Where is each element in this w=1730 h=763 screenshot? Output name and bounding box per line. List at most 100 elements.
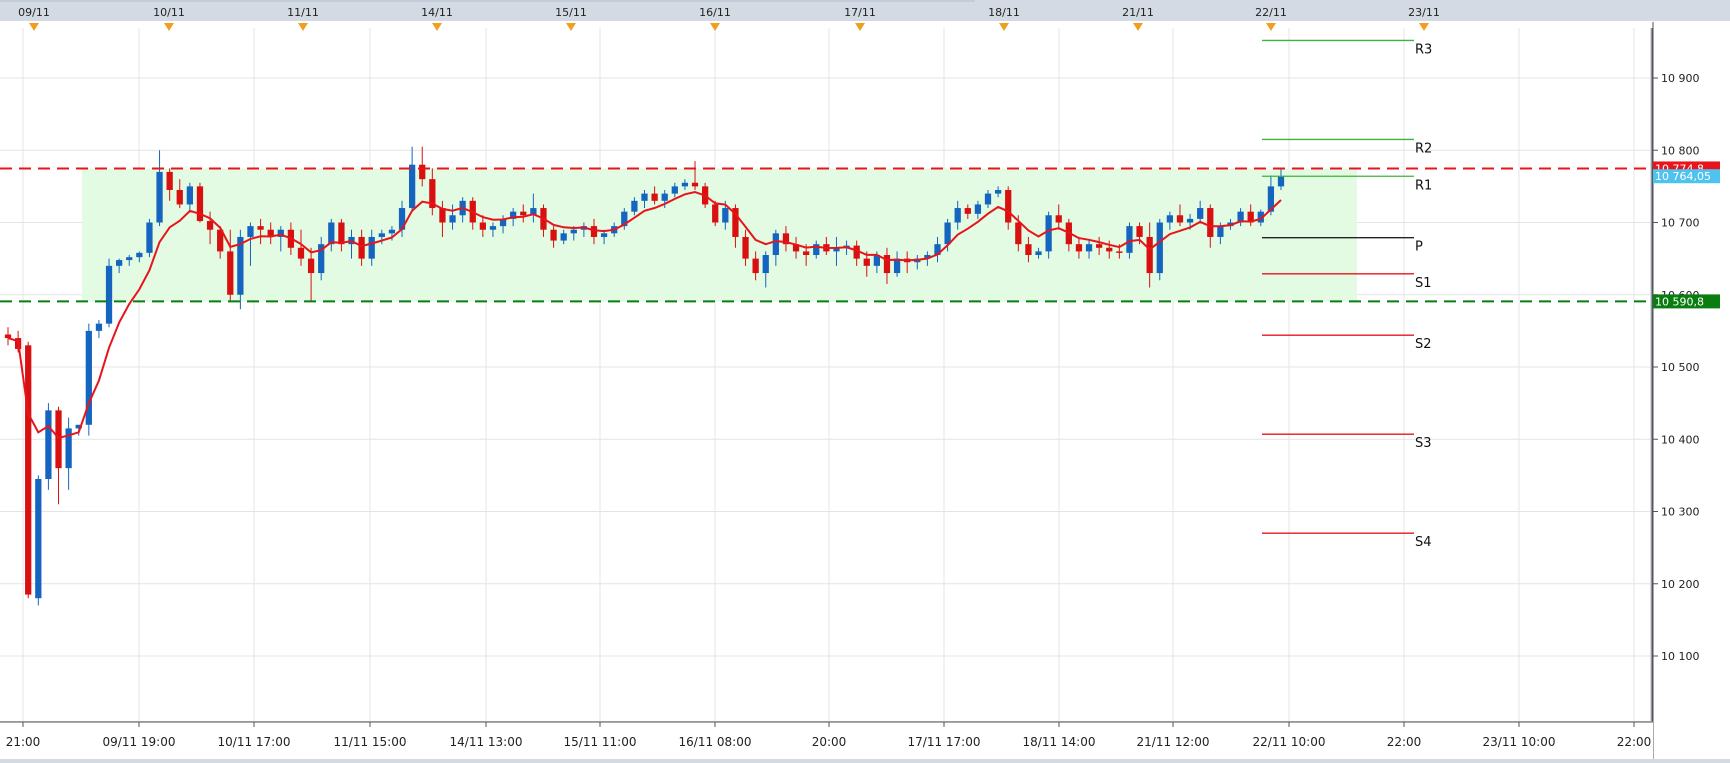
support-price-tag: 10 590,8 (1655, 295, 1704, 308)
candle-body (722, 208, 729, 223)
date-label: 11/11 (287, 6, 319, 19)
candle-body (136, 252, 143, 258)
candle-body (25, 345, 32, 595)
candle-body (297, 247, 305, 259)
candle-body (712, 204, 719, 223)
candle-body (651, 193, 658, 201)
candle-body (449, 215, 456, 223)
candle-body (328, 222, 335, 245)
candle-body (964, 208, 971, 214)
candle-body (45, 410, 52, 479)
candle-body (55, 410, 62, 469)
x-tick-label: 21:00 (6, 735, 41, 749)
pivot-label: R1 (1415, 178, 1432, 193)
candle-body (388, 229, 396, 234)
candle-body (338, 222, 345, 245)
candle-body (1045, 215, 1052, 252)
candle-body (1015, 222, 1022, 245)
candle-body (1166, 215, 1173, 223)
date-label: 18/11 (988, 6, 1020, 19)
date-label: 16/11 (699, 6, 731, 19)
candle-body (1116, 251, 1123, 253)
candle-body (1085, 244, 1093, 252)
candle-body (206, 221, 214, 230)
candle-body (408, 164, 416, 209)
candle-body (803, 251, 810, 256)
x-tick-label: 11/11 15:00 (334, 735, 407, 749)
candle-body (570, 229, 577, 234)
candle-body (883, 255, 891, 274)
candle-body (1106, 247, 1113, 252)
y-tick-label: 10 700 (1661, 217, 1700, 230)
scroll-strip[interactable] (0, 0, 975, 2)
candle-body (641, 193, 648, 201)
pivot-label: S3 (1415, 436, 1432, 451)
date-label: 09/11 (18, 6, 50, 19)
top-axis-strip (0, 21, 1730, 28)
y-tick-label: 10 100 (1661, 650, 1700, 663)
candle-body (671, 186, 678, 194)
candle-body (1277, 176, 1285, 187)
candle-body (1217, 226, 1224, 237)
candle-body (1035, 251, 1042, 256)
candle-body (691, 182, 699, 187)
x-tick-label: 23/11 10:00 (1483, 735, 1556, 749)
candle-body (4, 334, 12, 339)
candle-body (247, 226, 254, 237)
candle-body (156, 171, 163, 223)
pivot-label: P (1415, 240, 1423, 255)
y-tick-label: 10 900 (1661, 72, 1700, 85)
x-tick-label: 21/11 12:00 (1137, 735, 1210, 749)
y-tick-label: 10 800 (1661, 144, 1700, 157)
x-tick-label: 14/11 13:00 (450, 735, 523, 749)
candle-body (95, 323, 103, 331)
candle-body (661, 193, 668, 201)
y-tick-label: 10 500 (1661, 361, 1700, 374)
candle-body (1126, 226, 1133, 253)
candle-body (1146, 236, 1153, 274)
x-tick-label: 17/11 17:00 (908, 735, 981, 749)
candle-body (560, 233, 567, 241)
candle-body (116, 260, 123, 266)
candle-body (863, 258, 870, 266)
candle-body (550, 229, 557, 241)
candle-body (227, 251, 234, 295)
date-label: 14/11 (421, 6, 453, 19)
candle-body (307, 258, 315, 274)
candle-body (954, 208, 961, 223)
candle-body (479, 222, 486, 230)
candle-body (1207, 208, 1214, 237)
candle-body (1055, 215, 1062, 223)
candlestick-chart[interactable]: R3 R2 R1 P S1 S2 S3 S4 10 100 10 200 10 300 10 400… (0, 0, 1730, 759)
candle-body (1025, 244, 1032, 256)
candle-body (1096, 244, 1103, 248)
candle-body (1136, 226, 1143, 237)
y-axis-panel (1653, 22, 1730, 759)
candle-body (994, 189, 1002, 194)
candle-body (1176, 215, 1184, 223)
x-tick-label: 09/11 19:00 (103, 735, 176, 749)
candle-body (600, 233, 608, 237)
candle-body (146, 222, 153, 253)
date-label: 17/11 (844, 6, 876, 19)
candle-body (1197, 208, 1204, 219)
x-tick-label: 16/11 08:00 (679, 735, 752, 749)
candle-body (358, 236, 365, 259)
candle-body (520, 211, 527, 216)
candle-body (166, 171, 173, 190)
candle-body (762, 255, 769, 274)
candle-body (126, 257, 133, 261)
y-tick-label: 10 400 (1661, 433, 1700, 446)
plot-area (0, 28, 1650, 721)
x-tick-label: 20:00 (812, 735, 847, 749)
y-tick-label: 10 300 (1661, 506, 1700, 519)
candle-body (681, 182, 689, 187)
date-label: 22/11 (1255, 6, 1287, 19)
candle-body (1075, 244, 1083, 252)
candle-body (1186, 218, 1194, 223)
candle-body (631, 200, 638, 212)
date-label: 21/11 (1122, 6, 1154, 19)
x-tick-label: 22:00 (1617, 735, 1652, 749)
x-tick-label: 22:00 (1387, 735, 1422, 749)
candle-body (105, 265, 113, 324)
